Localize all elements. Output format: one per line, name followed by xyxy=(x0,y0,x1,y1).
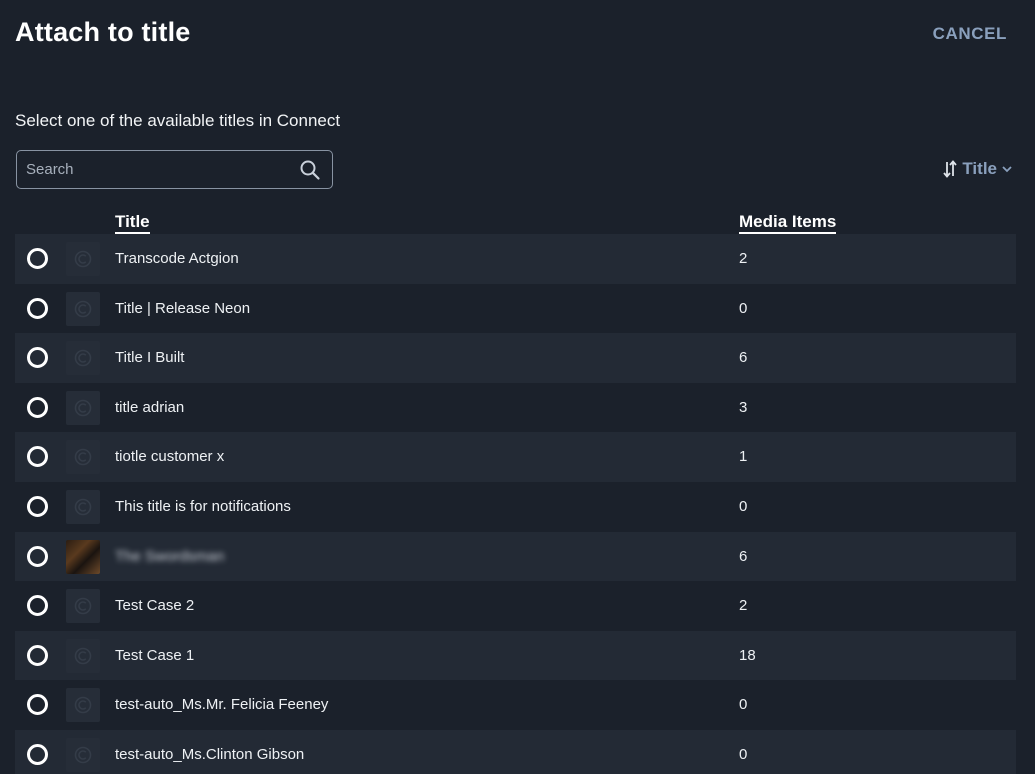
sort-order-icon xyxy=(943,160,958,178)
search-input[interactable] xyxy=(26,151,296,188)
table-row[interactable]: test-auto_Ms.Mr. Felicia Feeney 0 xyxy=(15,680,1016,730)
placeholder-icon xyxy=(66,589,100,624)
table-row[interactable]: The Swordsman 6 xyxy=(15,531,1016,582)
table-row[interactable]: Title I Built 6 xyxy=(15,333,1016,383)
row-title: tiotle customer x xyxy=(115,448,225,466)
select-radio[interactable] xyxy=(27,545,48,567)
row-media-items: 0 xyxy=(739,696,748,714)
row-media-items: 18 xyxy=(739,646,756,664)
cancel-button[interactable]: CANCEL xyxy=(933,24,1007,44)
search-icon[interactable] xyxy=(299,159,321,181)
table-row[interactable]: test-auto_Ms.Clinton Gibson 0 xyxy=(15,729,1016,774)
row-title: Transcode Actgion xyxy=(115,250,239,267)
dialog-instructions: Select one of the available titles in Co… xyxy=(15,111,341,130)
placeholder-icon xyxy=(66,688,100,723)
table-row[interactable]: tiotle customer x 1 xyxy=(15,432,1016,482)
placeholder-icon xyxy=(66,341,100,376)
attach-to-title-dialog: Attach to title CANCEL Select one of the… xyxy=(0,0,1035,774)
table-row[interactable]: Test Case 2 2 xyxy=(15,581,1016,631)
row-title: Test Case 2 xyxy=(115,597,195,615)
table-body: Transcode Actgion 2 Title | Release Neon 0 T… xyxy=(15,234,1016,774)
row-title: This title is for notifications xyxy=(115,497,291,515)
table-row[interactable]: Test Case 1 18 xyxy=(15,630,1016,681)
poster-thumbnail xyxy=(66,539,100,574)
select-radio[interactable] xyxy=(27,743,48,765)
table-row[interactable]: Title | Release Neon 0 xyxy=(15,283,1016,334)
row-media-items: 2 xyxy=(739,250,748,267)
sort-label: Title xyxy=(962,159,997,178)
placeholder-icon xyxy=(66,489,100,524)
dialog-title: Attach to title xyxy=(15,17,191,47)
dialog-header: Attach to title CANCEL xyxy=(0,0,1035,70)
table-row[interactable]: Transcode Actgion 2 xyxy=(15,234,1016,284)
placeholder-icon xyxy=(66,737,100,772)
select-radio[interactable] xyxy=(27,347,48,369)
row-media-items: 3 xyxy=(739,398,748,416)
row-media-items: 0 xyxy=(739,299,748,317)
select-radio[interactable] xyxy=(27,248,48,269)
titles-table: Title Media Items Transcode Actgion 2 Titl… xyxy=(15,200,1016,774)
placeholder-icon xyxy=(66,390,100,425)
row-media-items: 6 xyxy=(739,349,748,367)
row-title: Test Case 1 xyxy=(115,646,195,664)
select-radio[interactable] xyxy=(27,694,48,716)
column-header-media-items[interactable]: Media Items xyxy=(739,212,837,234)
row-title: test-auto_Ms.Mr. Felicia Feeney xyxy=(115,696,329,714)
sort-dropdown[interactable]: Title xyxy=(942,157,1013,181)
row-media-items: 2 xyxy=(739,597,748,615)
select-radio[interactable] xyxy=(27,297,48,319)
row-media-items: 0 xyxy=(739,497,748,515)
column-header-title[interactable]: Title xyxy=(115,212,150,234)
row-title: test-auto_Ms.Clinton Gibson xyxy=(115,745,305,763)
select-radio[interactable] xyxy=(27,495,48,517)
table-header: Title Media Items xyxy=(15,200,1016,234)
row-title: Title I Built xyxy=(115,349,185,367)
placeholder-icon xyxy=(66,440,100,475)
placeholder-icon xyxy=(66,242,100,276)
placeholder-icon xyxy=(66,291,100,326)
search-box xyxy=(16,150,333,189)
select-radio[interactable] xyxy=(27,644,48,666)
table-row[interactable]: title adrian 3 xyxy=(15,382,1016,433)
row-media-items: 1 xyxy=(739,448,748,466)
select-radio[interactable] xyxy=(27,396,48,418)
row-media-items: 6 xyxy=(739,547,748,565)
chevron-down-icon xyxy=(1002,166,1012,173)
select-radio[interactable] xyxy=(27,595,48,617)
row-title: The Swordsman xyxy=(115,547,225,565)
placeholder-icon xyxy=(66,638,100,673)
row-media-items: 0 xyxy=(739,745,748,763)
select-radio[interactable] xyxy=(27,446,48,468)
row-title: Title | Release Neon xyxy=(115,299,251,317)
row-title: title adrian xyxy=(115,398,185,416)
table-row[interactable]: This title is for notifications 0 xyxy=(15,481,1016,532)
